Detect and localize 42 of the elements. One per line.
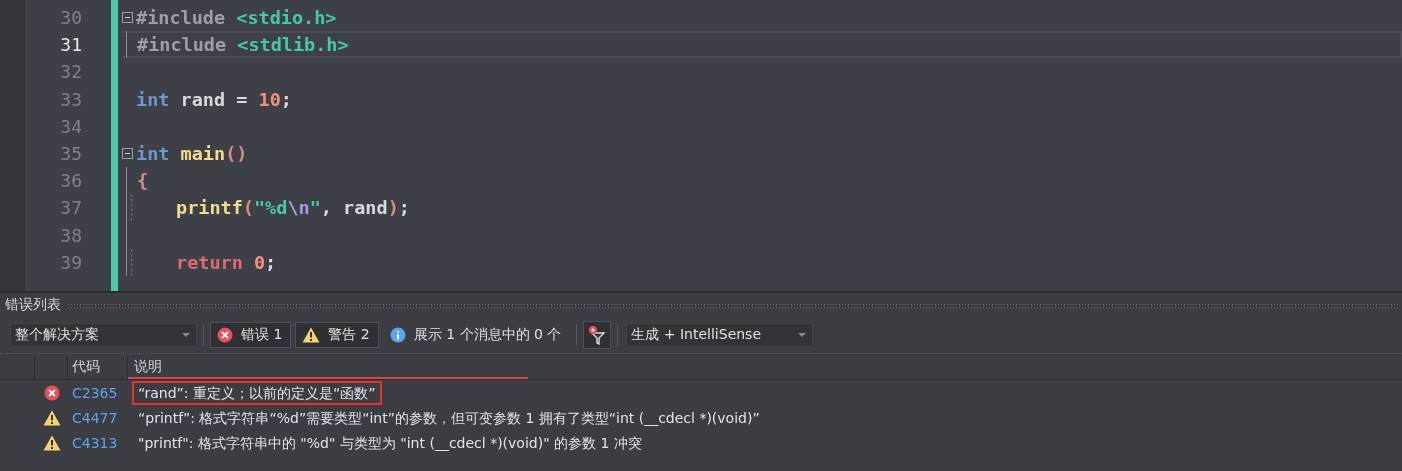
line-number: 33 xyxy=(59,87,83,112)
collapse-icon[interactable] xyxy=(122,12,133,24)
filter-button[interactable]: 警告 2 xyxy=(295,322,379,348)
line-number: 30 xyxy=(59,6,83,30)
error-code-link[interactable]: C4313 xyxy=(72,435,118,451)
code-line: printf("%d\n", rand); xyxy=(176,197,410,219)
code-line: #include <stdlib.h> xyxy=(137,34,349,56)
code-line: return 0; xyxy=(176,251,277,273)
line-number: 37 xyxy=(59,196,83,221)
line-number: 34 xyxy=(59,114,83,139)
scope-dropdown[interactable]: 整个解决方案 xyxy=(10,323,197,347)
error-icon xyxy=(217,327,233,343)
line-number: 36 xyxy=(59,169,83,194)
error-code-link[interactable]: C2365 xyxy=(72,385,118,401)
collapse-icon[interactable] xyxy=(122,148,133,160)
line-number: 39 xyxy=(59,250,83,275)
dropdown-caret-icon xyxy=(798,333,807,337)
warning-icon xyxy=(42,409,61,426)
line-number: 31 xyxy=(59,33,83,58)
dropdown-caret-icon xyxy=(182,333,190,337)
filter-toggle-button[interactable] xyxy=(583,321,612,349)
line-number: 35 xyxy=(59,141,83,166)
warning-icon xyxy=(42,434,61,451)
code-line: int main() xyxy=(136,143,248,165)
error-description: “printf”: 格式字符串“%d”需要类型“int”的参数，但可变参数 1 拥有了类型“int (__cdecl *)(void)” xyxy=(137,408,761,428)
info-icon xyxy=(389,327,406,343)
error-icon xyxy=(43,384,60,401)
code-line: int rand = 10; xyxy=(136,88,292,110)
column-header[interactable]: 代码 xyxy=(68,354,128,379)
line-number: 32 xyxy=(59,60,83,85)
code-line: { xyxy=(137,170,149,192)
error-description: "printf": 格式字符串中的 "%d" 与类型为 "int (__cdecl *)(void)" 的参数 1 冲突 xyxy=(137,433,643,453)
line-number: 38 xyxy=(59,223,83,248)
error-code-link[interactable]: C4477 xyxy=(72,410,118,426)
code-line: #include <stdio.h> xyxy=(136,7,337,29)
column-header[interactable]: 说明 xyxy=(128,354,528,379)
error-description: “rand”: 重定义；以前的定义是“函数” xyxy=(134,382,380,403)
panel-title: 错误列表 xyxy=(5,296,61,314)
warning-icon xyxy=(302,327,321,343)
filter-icon xyxy=(588,325,607,345)
filter-button[interactable]: 错误 1 xyxy=(210,322,292,348)
source-dropdown[interactable]: 生成 + IntelliSense xyxy=(626,323,814,347)
